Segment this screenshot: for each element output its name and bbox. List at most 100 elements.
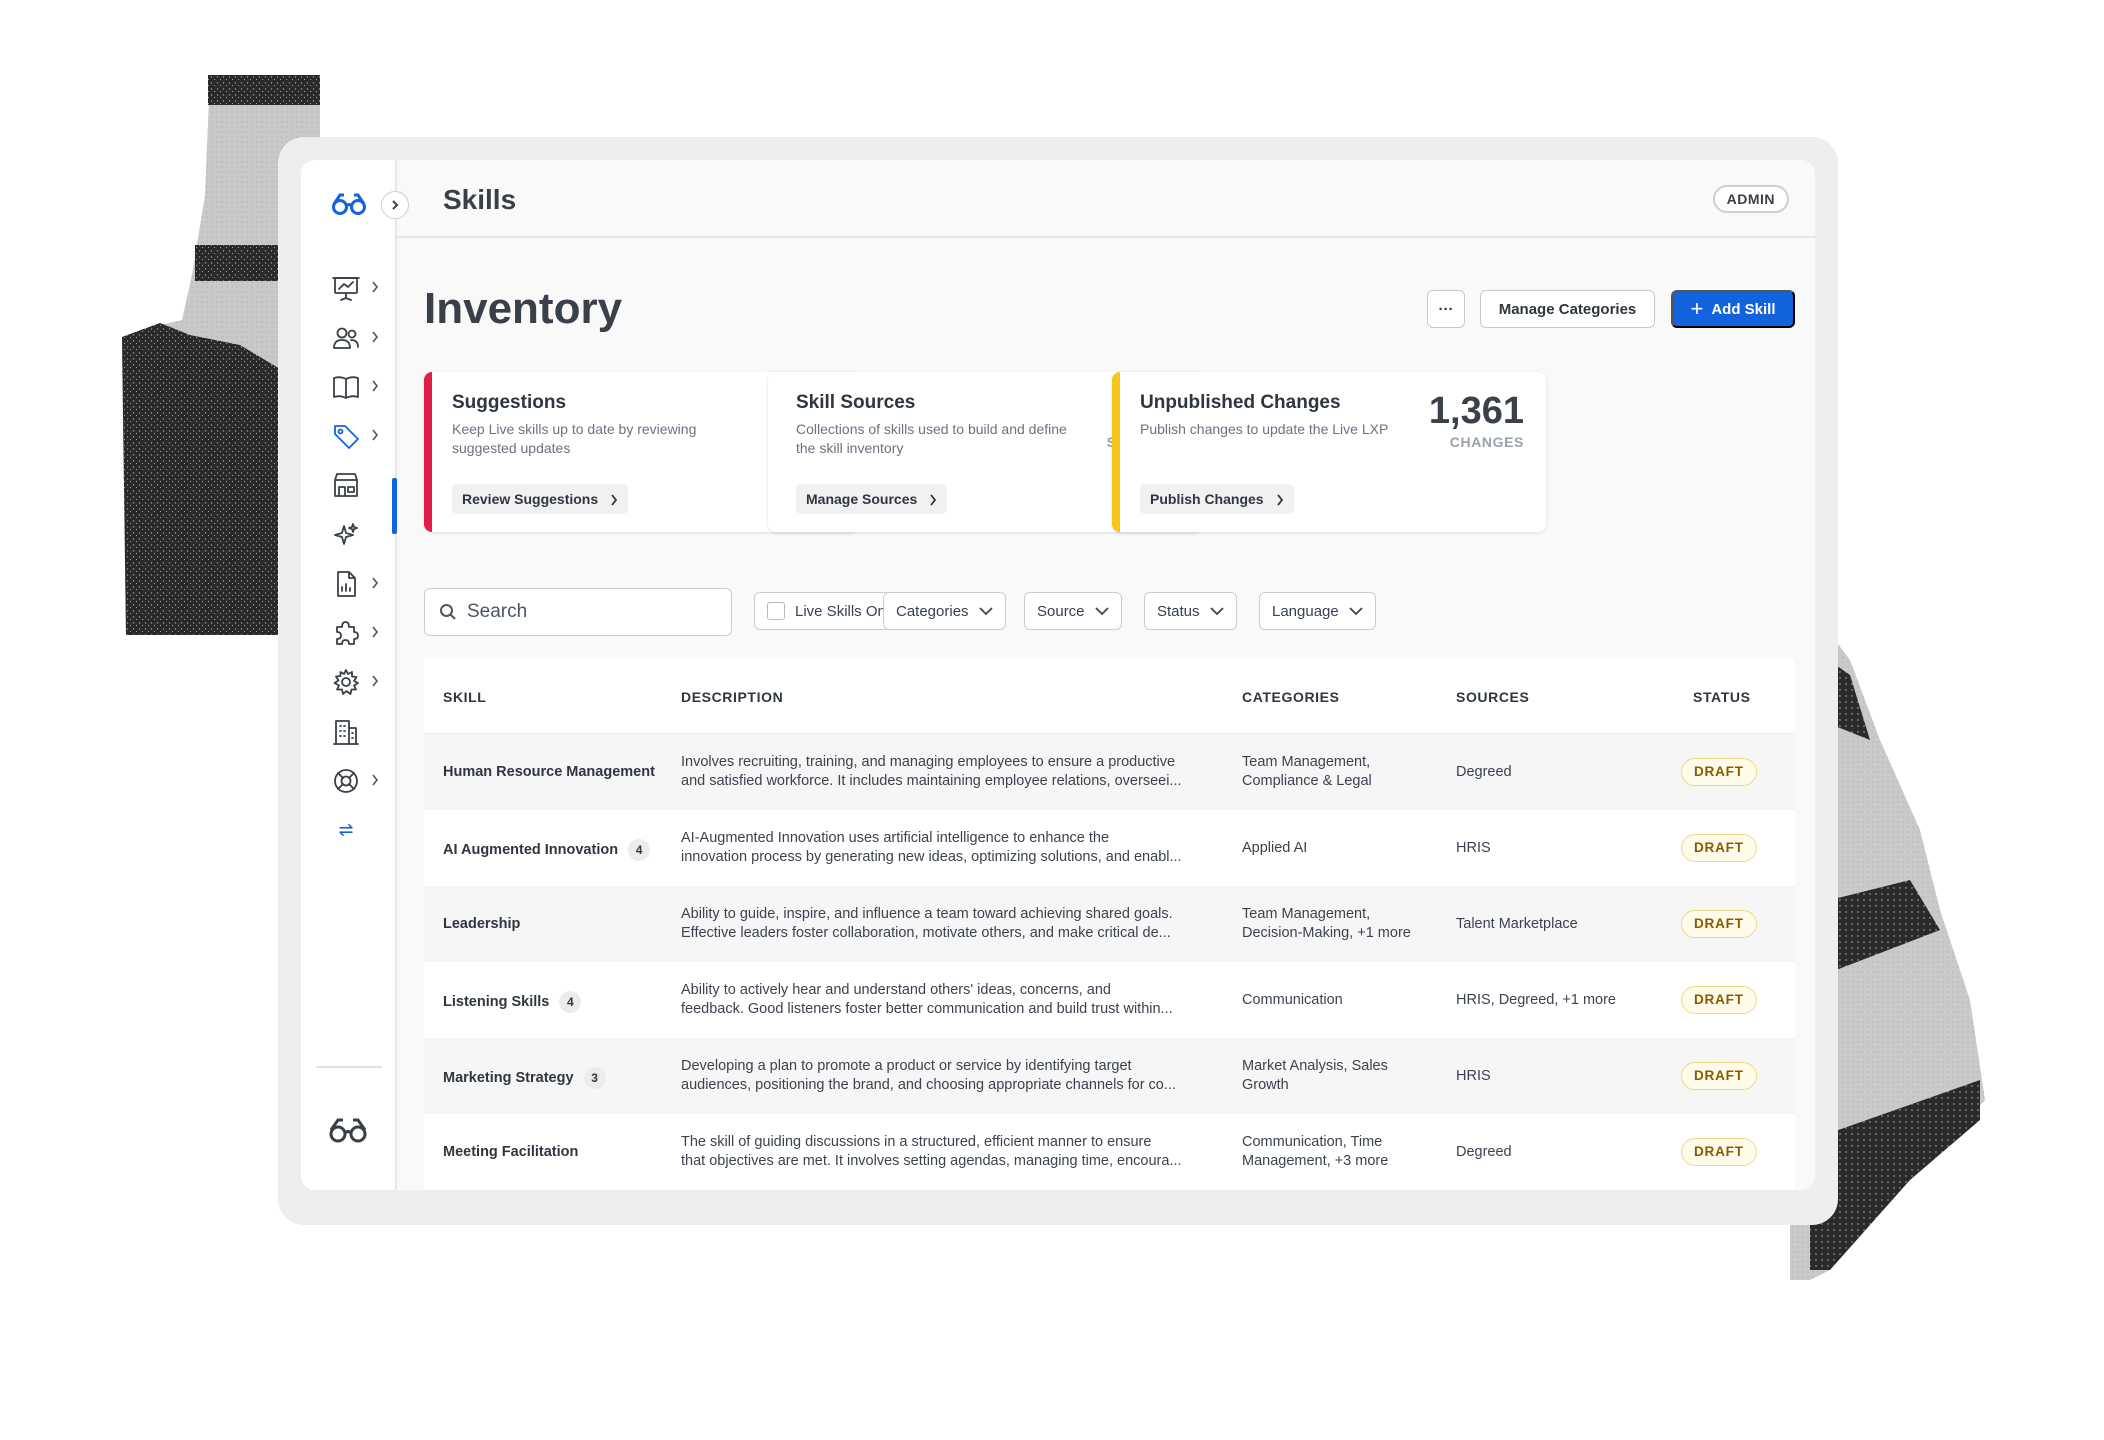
table-row[interactable]: Meeting Facilitation The skill of guiding… bbox=[424, 1114, 1795, 1190]
categories-filter-label: Categories bbox=[896, 602, 969, 620]
sidebar-item-puzzle[interactable] bbox=[331, 615, 387, 651]
skill-name[interactable]: Human Resource Management bbox=[443, 763, 655, 782]
checkbox-box[interactable] bbox=[767, 602, 785, 620]
sparkles-icon bbox=[334, 523, 358, 545]
sidebar-item-storefront[interactable] bbox=[331, 467, 387, 503]
puzzle-icon bbox=[336, 621, 359, 645]
card-title: Skill Sources bbox=[796, 392, 916, 413]
skill-name-cell: Human Resource Management bbox=[443, 763, 655, 782]
chevron-down-icon bbox=[1209, 606, 1224, 615]
column-header-categories[interactable]: CATEGORIES bbox=[1242, 689, 1340, 705]
sidebar-item-tag[interactable] bbox=[331, 418, 387, 454]
sources-cell: Degreed bbox=[1456, 1144, 1512, 1160]
language-filter-dropdown[interactable]: Language bbox=[1259, 592, 1376, 630]
user-avatar-logo-icon[interactable] bbox=[328, 1112, 384, 1148]
status-filter-dropdown[interactable]: Status bbox=[1144, 592, 1237, 630]
source-filter-dropdown[interactable]: Source bbox=[1024, 592, 1122, 630]
description-cell: The skill of guiding discussions in a st… bbox=[681, 1133, 1206, 1171]
chevron-down-icon bbox=[1349, 606, 1363, 615]
skill-name[interactable]: Meeting Facilitation bbox=[443, 1143, 578, 1162]
sidebar-item-building[interactable] bbox=[331, 714, 387, 750]
live-skills-only-label: Live Skills Only bbox=[795, 602, 897, 620]
sidebar-item-presentation-chart[interactable] bbox=[331, 270, 387, 306]
column-header-skill[interactable]: SKILL bbox=[443, 689, 486, 705]
skill-count-badge: 4 bbox=[559, 991, 582, 1013]
card-action-button[interactable]: Manage Sources bbox=[796, 484, 948, 514]
description-line: Developing a plan to promote a product o… bbox=[681, 1058, 1132, 1074]
app-logo-icon[interactable] bbox=[331, 192, 367, 221]
top-bar: Skills ADMIN bbox=[397, 160, 1815, 238]
card-title: Suggestions bbox=[452, 392, 567, 413]
skill-name[interactable]: Marketing Strategy bbox=[443, 1069, 574, 1088]
categories-line: Communication bbox=[1242, 992, 1343, 1008]
table-row[interactable]: Marketing Strategy 3 Developing a plan to … bbox=[424, 1038, 1795, 1114]
sources-cell: Degreed bbox=[1456, 764, 1512, 780]
manage-categories-button[interactable]: Manage Categories bbox=[1480, 290, 1655, 328]
chevron-right-icon bbox=[372, 429, 379, 441]
sidebar-item-lifebuoy[interactable] bbox=[331, 763, 387, 799]
skill-name[interactable]: Listening Skills bbox=[443, 993, 549, 1012]
categories-line: Compliance & Legal bbox=[1242, 773, 1372, 789]
table-row[interactable]: Human Resource Management Involves recrui… bbox=[424, 734, 1795, 810]
card-action-button[interactable]: Review Suggestions bbox=[452, 484, 629, 514]
skill-name-cell: Meeting Facilitation bbox=[443, 1143, 578, 1162]
card-count-unit: CHANGES bbox=[1449, 434, 1524, 450]
summary-card-unpublished-changes: Unpublished Changes Publish changes to up… bbox=[1112, 372, 1546, 532]
status-badge: DRAFT bbox=[1681, 758, 1757, 786]
search-input[interactable] bbox=[467, 597, 717, 627]
skill-name-cell: Leadership bbox=[443, 915, 520, 934]
column-header-sources[interactable]: SOURCES bbox=[1456, 689, 1529, 705]
sidebar-item-sparkles[interactable] bbox=[331, 517, 387, 553]
description-cell: Involves recruiting, training, and manag… bbox=[681, 753, 1206, 791]
card-accent-stripe bbox=[424, 372, 432, 532]
sidebar-item-users[interactable] bbox=[331, 320, 387, 356]
status-badge: DRAFT bbox=[1681, 1138, 1757, 1166]
description-line: innovation process by generating new ide… bbox=[681, 849, 1182, 865]
chevron-right-icon bbox=[372, 675, 379, 687]
column-header-status[interactable]: STATUS bbox=[1693, 689, 1751, 705]
skills-table: SKILL DESCRIPTION CATEGORIES SOURCES STA… bbox=[424, 658, 1795, 1190]
source-filter-label: Source bbox=[1037, 602, 1085, 620]
skill-name[interactable]: AI Augmented Innovation bbox=[443, 841, 618, 860]
categories-line: Management, +3 more bbox=[1242, 1153, 1389, 1169]
sidebar-item-switch-arrows[interactable] bbox=[331, 812, 387, 848]
chevron-right-icon bbox=[372, 380, 379, 392]
table-row[interactable]: Leadership Ability to guide, inspire, and… bbox=[424, 886, 1795, 962]
language-filter-label: Language bbox=[1272, 602, 1339, 620]
skill-name[interactable]: Leadership bbox=[443, 915, 520, 934]
description-line: Effective leaders foster collaboration, … bbox=[681, 925, 1171, 941]
users-icon bbox=[333, 327, 359, 349]
description-cell: Ability to actively hear and understand … bbox=[681, 981, 1206, 1019]
description-line: that objectives are met. It involves set… bbox=[681, 1153, 1182, 1169]
table-row[interactable]: Listening Skills 4 Ability to actively hea… bbox=[424, 962, 1795, 1038]
sidebar-item-report[interactable] bbox=[331, 566, 387, 602]
chevron-right-icon bbox=[372, 626, 379, 638]
presentation-chart-icon bbox=[332, 277, 360, 301]
chevron-right-icon bbox=[372, 331, 379, 343]
status-badge: DRAFT bbox=[1681, 986, 1757, 1014]
column-header-description[interactable]: DESCRIPTION bbox=[681, 689, 783, 705]
sidebar-item-gear[interactable] bbox=[331, 664, 387, 700]
card-action-button[interactable]: Publish Changes bbox=[1140, 484, 1294, 514]
chevron-right-icon bbox=[372, 281, 379, 293]
categories-line: Decision-Making, +1 more bbox=[1242, 925, 1411, 941]
skill-name-cell: Listening Skills 4 bbox=[443, 991, 582, 1013]
categories-filter-dropdown[interactable]: Categories bbox=[883, 592, 1006, 630]
search-box[interactable] bbox=[424, 588, 732, 636]
description-cell: AI-Augmented Innovation uses artificial … bbox=[681, 829, 1206, 867]
table-row[interactable]: AI Augmented Innovation 4 AI-Augmented Inn… bbox=[424, 810, 1795, 886]
gear-icon bbox=[333, 669, 359, 695]
sidebar-expand-button[interactable] bbox=[381, 191, 409, 219]
search-icon bbox=[440, 604, 456, 620]
add-skill-button[interactable]: + Add Skill bbox=[1671, 290, 1795, 328]
status-badge: DRAFT bbox=[1681, 834, 1757, 862]
app-window: Skills ADMIN Inventory ··· Manage Catego… bbox=[301, 160, 1815, 1190]
description-line: The skill of guiding discussions in a st… bbox=[681, 1134, 1152, 1150]
lifebuoy-icon bbox=[334, 769, 358, 793]
chevron-right-icon bbox=[611, 494, 618, 506]
more-options-button[interactable]: ··· bbox=[1427, 290, 1465, 328]
sidebar-item-book[interactable] bbox=[331, 369, 387, 405]
description-cell: Developing a plan to promote a product o… bbox=[681, 1057, 1206, 1095]
sources-cell: Talent Marketplace bbox=[1456, 916, 1578, 932]
sidebar-divider bbox=[316, 1066, 382, 1068]
